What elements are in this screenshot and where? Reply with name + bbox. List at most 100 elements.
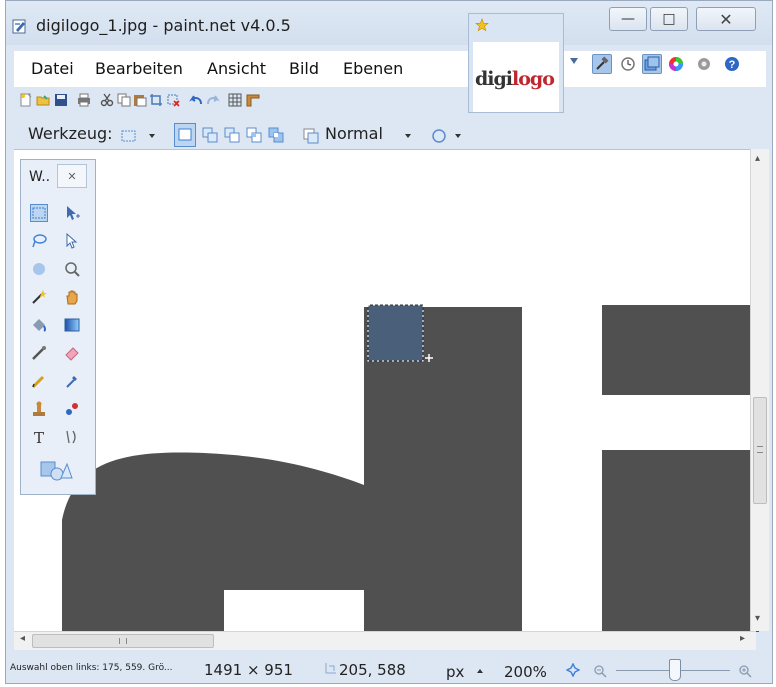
ellipse-select-icon[interactable]: [30, 260, 48, 278]
horizontal-scroll-thumb[interactable]: [32, 634, 214, 648]
copy-icon[interactable]: [117, 93, 131, 107]
magic-wand-icon[interactable]: [30, 288, 48, 306]
tools-close-icon: ✕: [67, 169, 77, 183]
move-selection-icon[interactable]: [63, 232, 81, 250]
blend-mode-dropdown-icon[interactable]: [404, 133, 412, 139]
scroll-up-icon[interactable]: ▴: [755, 153, 760, 164]
clone-stamp-icon[interactable]: [30, 400, 48, 418]
new-image-icon[interactable]: [19, 93, 33, 107]
crop-to-selection-icon[interactable]: [149, 93, 163, 107]
zoom-tool-icon[interactable]: [63, 260, 81, 278]
menu-bearbeiten[interactable]: Bearbeiten: [95, 59, 183, 78]
minimize-button[interactable]: —: [609, 7, 647, 31]
selection-info: Auswahl oben links: 175, 559. Grö...: [10, 663, 173, 673]
lasso-select-icon[interactable]: [30, 232, 48, 250]
colors-wheel-icon[interactable]: [666, 54, 686, 74]
text-tool-icon[interactable]: T: [30, 428, 48, 446]
shapes-tool-icon[interactable]: [39, 458, 73, 482]
layers-window-toggle[interactable]: [642, 54, 662, 74]
antialiasing-dropdown-icon[interactable]: [454, 133, 462, 139]
gradient-icon[interactable]: [63, 316, 81, 334]
scroll-left-icon[interactable]: ◂: [20, 633, 25, 644]
paintnet-app-icon: [12, 19, 26, 34]
scroll-down-icon[interactable]: ▾: [755, 613, 760, 624]
vertical-scrollbar[interactable]: ▴ ▾: [750, 149, 769, 631]
cursor-position: 205, 588: [339, 661, 406, 679]
close-icon: ✕: [719, 9, 733, 29]
tools-window: W.. ✕ T: [20, 159, 96, 495]
redo-arrow-icon[interactable]: [206, 93, 220, 107]
ruler-icon[interactable]: [246, 93, 260, 107]
zoom-level[interactable]: 200%: [504, 663, 547, 681]
tools-window-close-button[interactable]: ✕: [57, 164, 87, 188]
zoom-in-icon[interactable]: [738, 664, 752, 678]
canvas-image-content: [62, 304, 759, 632]
undo-arrow-icon[interactable]: [189, 93, 203, 107]
pan-hand-icon[interactable]: [63, 288, 81, 306]
selection-exclude-icon[interactable]: [224, 127, 240, 143]
selection-mode-replace-button[interactable]: [174, 123, 196, 147]
rectangle-select-tool-icon[interactable]: [121, 129, 137, 143]
move-selected-pixels-icon[interactable]: [63, 204, 81, 222]
eraser-icon[interactable]: [63, 344, 81, 362]
history-clock-icon[interactable]: [618, 54, 638, 74]
cut-scissors-icon[interactable]: [100, 93, 114, 107]
recolor-icon[interactable]: [63, 400, 81, 418]
antialiasing-icon[interactable]: [430, 127, 448, 145]
zoom-slider-thumb[interactable]: [669, 659, 681, 681]
menu-datei[interactable]: Datei: [31, 59, 74, 78]
selection-xor-icon[interactable]: [268, 127, 284, 143]
menu-ebenen[interactable]: Ebenen: [343, 59, 403, 78]
minimize-icon: —: [621, 11, 635, 27]
zoom-fit-icon[interactable]: [566, 663, 580, 677]
vertical-scroll-thumb[interactable]: [753, 397, 767, 504]
tools-window-title: W..: [29, 169, 51, 185]
line-curve-icon[interactable]: [63, 428, 81, 446]
grid-icon[interactable]: [228, 93, 242, 107]
close-button[interactable]: ✕: [696, 7, 756, 31]
tools-window-toggle[interactable]: [592, 54, 612, 74]
cursor-position-icon: [325, 663, 336, 674]
scroll-right-icon[interactable]: ▸: [740, 633, 745, 644]
svg-text:?: ?: [729, 59, 736, 71]
selection-union-icon[interactable]: [202, 127, 218, 143]
help-icon[interactable]: ?: [722, 54, 742, 74]
image-size: 1491 × 951: [204, 661, 293, 679]
image-thumbnail-tab[interactable]: digilogo: [468, 13, 564, 113]
maximize-icon: □: [662, 11, 676, 27]
selection-replace-icon: [178, 128, 192, 141]
open-folder-icon[interactable]: [36, 93, 50, 107]
blend-mode-select[interactable]: Normal: [325, 124, 383, 143]
blend-mode-icon: [303, 128, 319, 144]
print-icon[interactable]: [77, 93, 91, 107]
paste-icon[interactable]: [133, 93, 147, 107]
save-disk-icon[interactable]: [54, 93, 68, 107]
rectangle-select-tool[interactable]: [30, 204, 48, 222]
menu-ansicht[interactable]: Ansicht: [207, 59, 266, 78]
tool-dropdown-icon[interactable]: [148, 133, 156, 139]
deselect-icon[interactable]: [166, 93, 180, 107]
image-canvas[interactable]: [14, 149, 759, 632]
hammer-icon: [596, 56, 609, 70]
settings-gear-icon[interactable]: [694, 54, 714, 74]
units-select[interactable]: px: [446, 663, 464, 681]
paintbrush-icon[interactable]: [30, 344, 48, 362]
zoom-out-icon[interactable]: [593, 664, 607, 678]
menu-bild[interactable]: Bild: [289, 59, 319, 78]
pencil-icon[interactable]: [30, 372, 48, 390]
layers-icon: [644, 56, 660, 71]
app-window: digilogo_1.jpg - paint.net v4.0.5 — □ ✕ …: [5, 0, 773, 684]
selection-intersect-icon[interactable]: [246, 127, 262, 143]
dropdown-arrow-icon[interactable]: [569, 57, 579, 65]
tool-label: Werkzeug:: [28, 124, 113, 143]
horizontal-scrollbar[interactable]: ◂ ▸: [14, 631, 756, 650]
rect-select-icon: [32, 207, 46, 219]
svg-text:T: T: [34, 429, 44, 446]
paint-bucket-icon[interactable]: [30, 316, 48, 334]
star-icon: [475, 18, 489, 32]
units-dropdown-icon[interactable]: [476, 668, 484, 674]
window-title: digilogo_1.jpg - paint.net v4.0.5: [36, 16, 291, 35]
thumbnail-logo: digilogo: [475, 68, 555, 90]
color-picker-icon[interactable]: [63, 372, 81, 390]
maximize-button[interactable]: □: [650, 7, 688, 31]
